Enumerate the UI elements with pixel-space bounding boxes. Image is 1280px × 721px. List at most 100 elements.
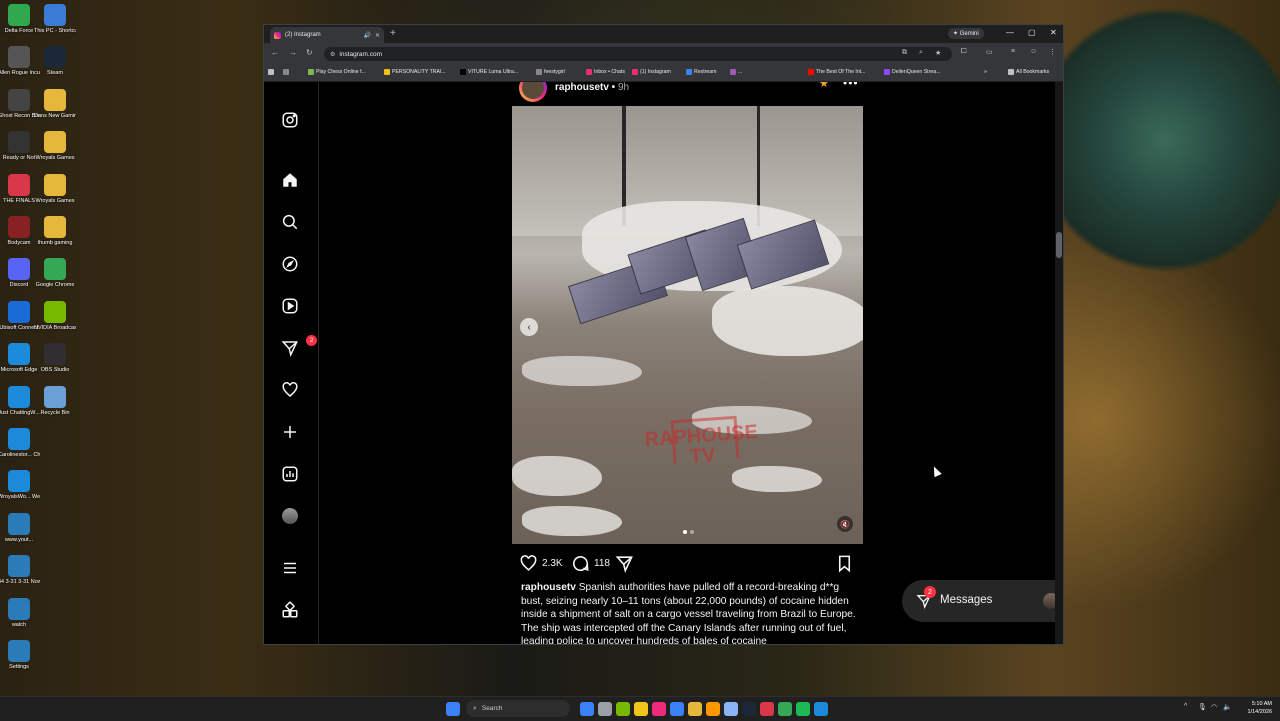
bookmark-item[interactable]: DeilenQueen Strea... (884, 69, 940, 75)
tray-chevron-icon[interactable]: ^ (1184, 703, 1187, 710)
forward-icon[interactable]: → (289, 48, 297, 57)
profile-avatar[interactable] (280, 506, 300, 526)
bookmark-star-icon[interactable]: ★ (935, 49, 941, 57)
desktop-icon[interactable]: Steam (35, 46, 75, 77)
bookmark-item[interactable]: PERSONALITY TRAI... (384, 69, 446, 75)
taskbar-app-icon[interactable] (724, 702, 738, 716)
desktop-icon[interactable]: WroyalsWo... Wercyalse... (0, 470, 40, 501)
apps-icon[interactable] (268, 69, 276, 75)
carousel-prev-button[interactable]: ‹ (520, 318, 538, 336)
desktop-icon[interactable]: Carolinestor... ChattingUv... (0, 428, 40, 459)
more-menu-icon[interactable] (280, 558, 300, 578)
bookmark-item[interactable]: VITURE Luma Ultra... (460, 69, 518, 75)
post-avatar[interactable] (519, 82, 547, 102)
taskbar-app-icon[interactable] (580, 702, 594, 716)
desktop-icon[interactable]: Wroyals Games (35, 131, 75, 162)
desktop-icon[interactable]: Settings (0, 640, 39, 671)
desktop-icon[interactable]: NVIDIA Broadcast (34, 300, 76, 332)
also-from-meta-icon[interactable] (280, 600, 300, 620)
tab-instagram[interactable]: (2) Instagram 🔊 ✕ (270, 27, 384, 43)
wifi-icon[interactable]: ◠ (1211, 703, 1217, 711)
mute-icon[interactable]: 🔇 (837, 516, 853, 532)
taskbar-app-icon[interactable] (688, 702, 702, 716)
new-tab-icon[interactable]: + (390, 28, 396, 39)
taskbar-app-icon[interactable] (742, 702, 756, 716)
profile-icon[interactable]: ☺ (1030, 48, 1037, 55)
url-text[interactable]: instagram.com (339, 51, 382, 58)
desktop-icon[interactable]: Recycle Bin (35, 385, 75, 417)
page-scrollbar[interactable] (1055, 82, 1063, 644)
post-video[interactable]: RAPHOUSE TV ‹ 🔇 (512, 106, 863, 544)
taskbar-app-icon[interactable] (598, 702, 612, 716)
desktop-icon-label: Google Chrome (35, 282, 75, 289)
close-window-icon[interactable]: ✕ (1050, 28, 1057, 37)
taskbar-app-icon[interactable] (670, 702, 684, 716)
like-button[interactable]: 2.3K (519, 554, 563, 573)
share-button[interactable] (615, 554, 638, 573)
bookmark-item[interactable]: Play Chess Online f... (308, 69, 366, 75)
menu-icon[interactable]: ⋮ (1049, 48, 1056, 56)
reload-icon[interactable]: ↻ (306, 48, 313, 57)
tab-groups-icon[interactable] (283, 69, 291, 75)
messages-icon[interactable]: 2 (280, 335, 317, 358)
desktop-icon[interactable]: Google Chrome (35, 258, 75, 289)
bookmark-item[interactable]: (1) Instagram (632, 69, 671, 75)
home-icon[interactable] (280, 170, 300, 190)
desktop-icon[interactable]: This PC - Shortcut (34, 4, 76, 35)
taskbar-app-icon[interactable] (616, 702, 630, 716)
comment-button[interactable]: 118 (571, 554, 610, 573)
taskbar-app-icon[interactable] (778, 702, 792, 716)
taskbar-app-icon[interactable] (652, 702, 666, 716)
dashboard-icon[interactable] (280, 464, 300, 484)
bookmark-item[interactable]: Restream (686, 69, 717, 75)
taskbar-app-icon[interactable] (814, 702, 828, 716)
zoom-icon[interactable]: ⌕ (919, 49, 923, 57)
install-app-icon[interactable]: ⧉ (902, 49, 907, 57)
desktop-icon[interactable]: www.yout... (0, 512, 39, 544)
create-plus-icon[interactable] (280, 422, 300, 442)
save-button[interactable] (835, 554, 858, 573)
desktop-icon[interactable]: watch (0, 597, 39, 629)
clock[interactable]: 5:10 AM 1/14/2026 (1236, 700, 1272, 716)
bookmark-item[interactable]: Inbox • Chats (586, 69, 625, 75)
sidepanel-icon[interactable]: ▭ (986, 48, 993, 56)
taskbar-app-icon[interactable] (760, 702, 774, 716)
mic-icon[interactable]: 🎙 (1198, 703, 1207, 711)
bookmark-item[interactable]: ... (730, 69, 742, 75)
taskbar-search[interactable]: ⌕ Search (466, 700, 570, 717)
desktop-icon[interactable]: Dans New Gaming PICS (34, 88, 76, 120)
notifications-heart-icon[interactable] (280, 380, 300, 400)
instagram-logo-icon[interactable] (280, 110, 300, 130)
bookmarks-overflow-icon[interactable]: » (984, 69, 987, 75)
bookmark-item[interactable]: The Best Of The Int... (808, 69, 866, 75)
volume-icon[interactable]: 🔈 (1223, 703, 1232, 711)
taskbar-app-icon[interactable] (796, 702, 810, 716)
taskbar-app-icon[interactable] (706, 702, 720, 716)
bookmark-item[interactable]: feestygirl (536, 69, 565, 75)
maximize-icon[interactable]: ▢ (1028, 28, 1036, 37)
post-username[interactable]: raphousetv • 9h (555, 82, 629, 93)
media-control-icon[interactable]: ≡ (1011, 48, 1015, 55)
gemini-button[interactable]: ✦ Gemini (948, 28, 984, 39)
explore-icon[interactable] (280, 254, 300, 274)
site-info-icon[interactable]: ⚙ (330, 51, 335, 58)
back-icon[interactable]: ← (271, 48, 279, 57)
messages-button[interactable]: 2 Messages (902, 580, 1055, 622)
reels-icon[interactable] (280, 296, 300, 316)
desktop-icon[interactable]: 44 3-31 3-31 Now playin... (0, 555, 40, 586)
desktop-icon[interactable]: OBS Studio (35, 343, 75, 374)
search-icon[interactable] (280, 212, 300, 232)
speaker-icon[interactable]: 🔊 (363, 32, 370, 39)
all-bookmarks-folder[interactable]: All Bookmarks (1008, 69, 1049, 75)
close-tab-icon[interactable]: ✕ (375, 32, 380, 39)
desktop-icon[interactable]: thumb gaming (35, 216, 75, 247)
caption-username[interactable]: raphousetv (521, 582, 576, 593)
scrollbar-thumb[interactable] (1056, 232, 1062, 258)
address-bar[interactable]: ⚙ instagram.com ⧉ ⌕ ★ (324, 47, 952, 61)
taskbar-app-icon[interactable] (634, 702, 648, 716)
start-button[interactable] (446, 702, 460, 716)
desktop-icon[interactable]: Wroyals Games (35, 173, 75, 205)
minimize-icon[interactable]: — (1006, 28, 1014, 37)
extensions-icon[interactable]: ⧠ (961, 48, 967, 56)
post-options-icon[interactable]: ••• (843, 82, 859, 90)
